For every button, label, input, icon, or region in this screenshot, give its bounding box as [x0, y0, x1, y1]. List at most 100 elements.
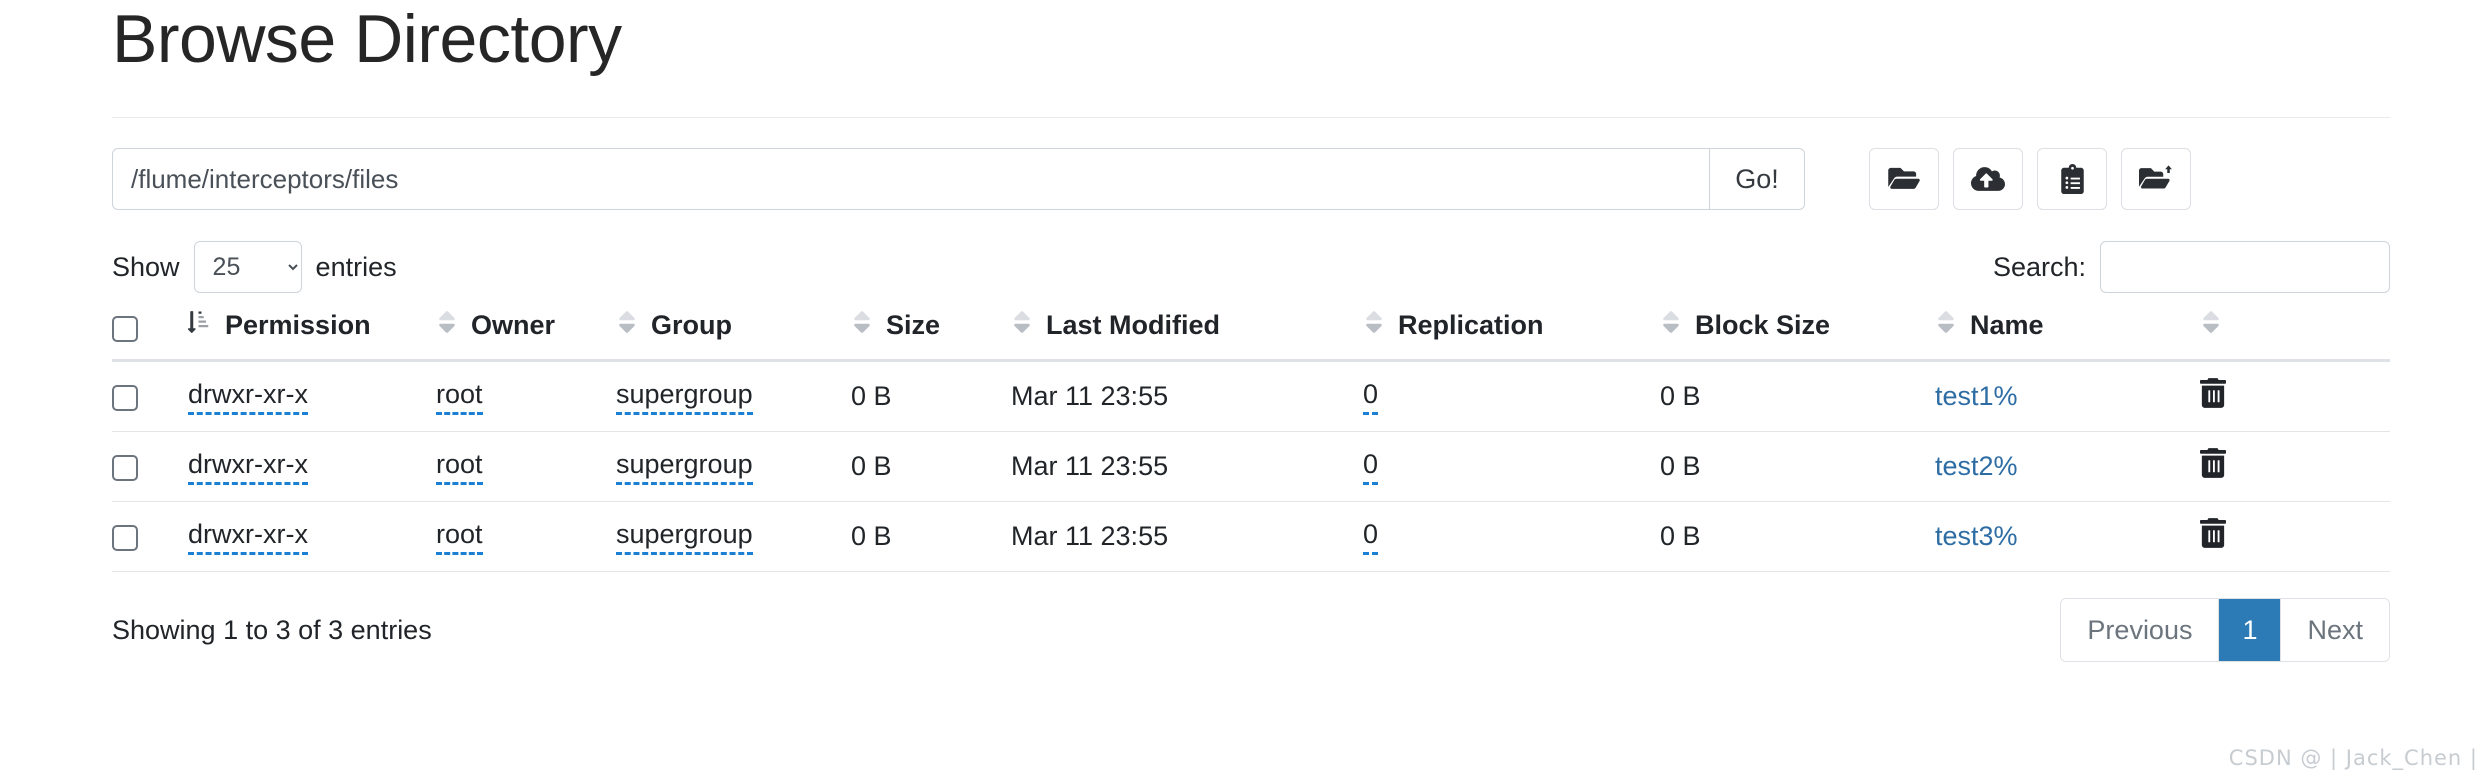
sort-icon	[851, 308, 873, 343]
cell-last-modified: Mar 11 23:55	[1011, 502, 1363, 572]
directory-table: Permission Owner	[112, 308, 2390, 572]
th-permission[interactable]: Permission	[188, 308, 436, 361]
permission-value[interactable]: drwxr-xr-x	[188, 520, 308, 554]
go-button[interactable]: Go!	[1709, 148, 1805, 210]
page-container: Browse Directory Go!	[112, 0, 2390, 662]
path-input-group: Go!	[112, 148, 1805, 210]
th-group[interactable]: Group	[616, 308, 851, 361]
sort-icon	[1935, 308, 1957, 343]
page-number-button[interactable]: 1	[2219, 599, 2281, 661]
delete-button[interactable]	[2200, 448, 2226, 481]
sort-icon	[1011, 308, 1033, 343]
cell-name: test1%	[1935, 361, 2200, 432]
cell-permission: drwxr-xr-x	[188, 361, 436, 432]
search-input[interactable]	[2100, 241, 2390, 293]
directory-path-input[interactable]	[112, 148, 1709, 210]
cell-owner: root	[436, 361, 616, 432]
title-divider	[112, 117, 2390, 118]
upload-files-button[interactable]	[1953, 148, 2023, 210]
table-row: drwxr-xr-x root supergroup 0 B Mar 11 23…	[112, 361, 2390, 432]
clipboard-list-icon	[2059, 164, 2086, 194]
browse-directory-page: Browse Directory Go!	[0, 0, 2486, 776]
entries-label: entries	[316, 252, 397, 283]
row-checkbox[interactable]	[112, 385, 138, 411]
th-permission-label: Permission	[225, 310, 371, 341]
replication-value[interactable]: 0	[1363, 520, 1378, 554]
directory-link[interactable]: test2%	[1935, 451, 2018, 481]
th-last-modified-label: Last Modified	[1046, 310, 1220, 341]
folder-open-icon	[1887, 165, 1921, 193]
group-value[interactable]: supergroup	[616, 380, 753, 414]
row-select-cell[interactable]	[112, 502, 188, 572]
th-replication[interactable]: Replication	[1363, 308, 1660, 361]
path-toolbar: Go!	[112, 148, 2390, 210]
search-control: Search:	[1993, 241, 2390, 293]
cell-owner: root	[436, 432, 616, 502]
directory-link[interactable]: test1%	[1935, 381, 2018, 411]
pagination: Previous 1 Next	[2060, 598, 2390, 662]
watermark: CSDN @ | Jack_Chen |	[2229, 746, 2478, 770]
th-name[interactable]: Name	[1935, 308, 2200, 361]
entries-info: Showing 1 to 3 of 3 entries	[112, 615, 432, 646]
delete-button[interactable]	[2200, 378, 2226, 411]
th-owner-label: Owner	[471, 310, 555, 341]
page-length-select[interactable]: 25	[194, 241, 302, 293]
cloud-upload-icon	[1971, 165, 2005, 193]
directory-link[interactable]: test3%	[1935, 521, 2018, 551]
cell-block-size: 0 B	[1660, 361, 1935, 432]
th-size[interactable]: Size	[851, 308, 1011, 361]
cell-size: 0 B	[851, 432, 1011, 502]
replication-value[interactable]: 0	[1363, 450, 1378, 484]
row-select-cell[interactable]	[112, 432, 188, 502]
th-group-label: Group	[651, 310, 732, 341]
group-value[interactable]: supergroup	[616, 450, 753, 484]
select-all-checkbox[interactable]	[112, 316, 138, 342]
sort-icon	[616, 308, 638, 343]
page-length-control: Show 25 entries	[112, 241, 397, 293]
th-last-modified[interactable]: Last Modified	[1011, 308, 1363, 361]
sort-amount-down-icon	[188, 308, 212, 343]
delete-button[interactable]	[2200, 518, 2226, 551]
trash-icon	[2200, 448, 2226, 481]
previous-page-button[interactable]: Previous	[2061, 599, 2219, 661]
cell-permission: drwxr-xr-x	[188, 502, 436, 572]
th-select-all[interactable]	[112, 308, 188, 361]
cell-permission: drwxr-xr-x	[188, 432, 436, 502]
cell-name: test3%	[1935, 502, 2200, 572]
owner-value[interactable]: root	[436, 520, 483, 554]
trash-icon	[2200, 378, 2226, 411]
cell-block-size: 0 B	[1660, 502, 1935, 572]
th-size-label: Size	[886, 310, 940, 341]
table-body: drwxr-xr-x root supergroup 0 B Mar 11 23…	[112, 361, 2390, 572]
cell-group: supergroup	[616, 502, 851, 572]
cut-paste-buffer-button[interactable]	[2037, 148, 2107, 210]
cell-group: supergroup	[616, 361, 851, 432]
move-selected-button[interactable]	[2121, 148, 2191, 210]
permission-value[interactable]: drwxr-xr-x	[188, 380, 308, 414]
table-row: drwxr-xr-x root supergroup 0 B Mar 11 23…	[112, 502, 2390, 572]
file-actions-toolbar	[1869, 148, 2191, 210]
th-block-size-label: Block Size	[1695, 310, 1830, 341]
show-label: Show	[112, 252, 180, 283]
th-owner[interactable]: Owner	[436, 308, 616, 361]
row-checkbox[interactable]	[112, 525, 138, 551]
cell-last-modified: Mar 11 23:55	[1011, 361, 1363, 432]
create-directory-button[interactable]	[1869, 148, 1939, 210]
table-controls: Show 25 entries Search:	[112, 240, 2390, 294]
permission-value[interactable]: drwxr-xr-x	[188, 450, 308, 484]
replication-value[interactable]: 0	[1363, 380, 1378, 414]
table-head: Permission Owner	[112, 308, 2390, 361]
cell-block-size: 0 B	[1660, 432, 1935, 502]
owner-value[interactable]: root	[436, 380, 483, 414]
next-page-button[interactable]: Next	[2281, 599, 2389, 661]
cell-size: 0 B	[851, 502, 1011, 572]
cell-name: test2%	[1935, 432, 2200, 502]
th-block-size[interactable]: Block Size	[1660, 308, 1935, 361]
folder-upload-icon	[2139, 164, 2173, 194]
row-checkbox[interactable]	[112, 455, 138, 481]
cell-actions	[2200, 361, 2390, 432]
owner-value[interactable]: root	[436, 450, 483, 484]
th-actions[interactable]	[2200, 308, 2390, 361]
group-value[interactable]: supergroup	[616, 520, 753, 554]
row-select-cell[interactable]	[112, 361, 188, 432]
